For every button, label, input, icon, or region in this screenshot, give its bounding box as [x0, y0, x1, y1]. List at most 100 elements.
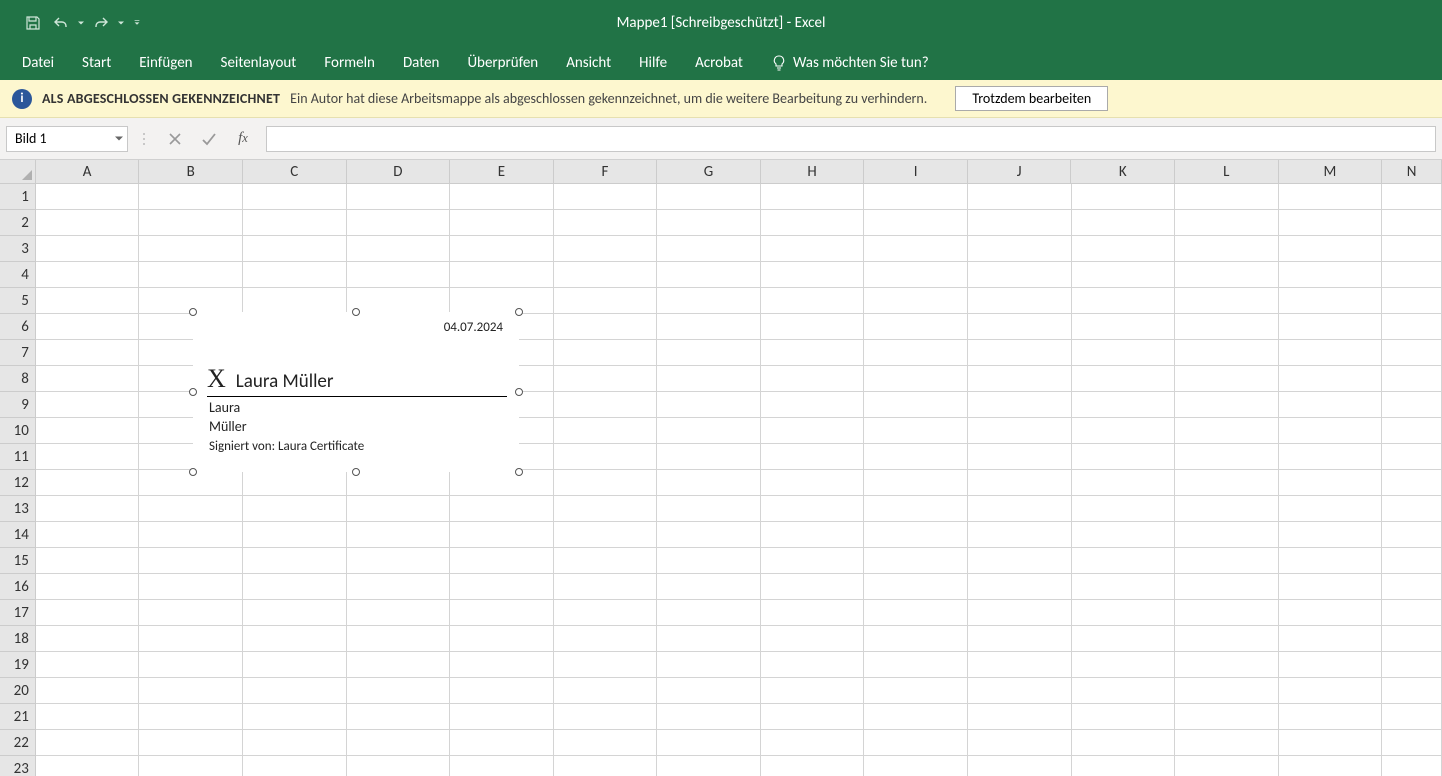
cell[interactable]	[243, 548, 347, 574]
cell[interactable]	[968, 392, 1072, 418]
cell[interactable]	[864, 262, 968, 288]
cell[interactable]	[139, 704, 243, 730]
tab-daten[interactable]: Daten	[389, 46, 453, 80]
cell[interactable]	[1382, 288, 1442, 314]
cell[interactable]	[968, 574, 1072, 600]
cell[interactable]	[554, 236, 658, 262]
cell[interactable]	[1382, 574, 1442, 600]
tab-hilfe[interactable]: Hilfe	[625, 46, 681, 80]
cell[interactable]	[1175, 184, 1279, 210]
cell[interactable]	[347, 184, 451, 210]
cell[interactable]	[657, 392, 761, 418]
cell[interactable]	[761, 730, 865, 756]
col-header[interactable]: A	[36, 160, 140, 184]
cell[interactable]	[657, 210, 761, 236]
cell[interactable]	[761, 470, 865, 496]
cell[interactable]	[243, 704, 347, 730]
cell[interactable]	[347, 678, 451, 704]
cell[interactable]	[1175, 756, 1279, 776]
col-header[interactable]: L	[1175, 160, 1279, 184]
cell[interactable]	[1072, 522, 1176, 548]
row-header[interactable]: 18	[0, 626, 36, 652]
cell[interactable]	[864, 392, 968, 418]
cell[interactable]	[347, 626, 451, 652]
redo-dropdown-icon[interactable]	[118, 13, 124, 33]
col-header[interactable]: H	[761, 160, 865, 184]
cell[interactable]	[864, 600, 968, 626]
cell[interactable]	[347, 288, 451, 314]
row-header[interactable]: 2	[0, 210, 36, 236]
row-header[interactable]: 9	[0, 392, 36, 418]
cell[interactable]	[1175, 600, 1279, 626]
cell[interactable]	[554, 210, 658, 236]
cell[interactable]	[864, 756, 968, 776]
cell[interactable]	[347, 756, 451, 776]
cell[interactable]	[968, 184, 1072, 210]
cell[interactable]	[1279, 678, 1383, 704]
cell[interactable]	[243, 522, 347, 548]
cell[interactable]	[968, 418, 1072, 444]
cell[interactable]	[347, 210, 451, 236]
cell[interactable]	[968, 288, 1072, 314]
cell[interactable]	[36, 262, 140, 288]
cell[interactable]	[761, 418, 865, 444]
cell[interactable]	[761, 522, 865, 548]
cell[interactable]	[1382, 366, 1442, 392]
cell[interactable]	[347, 522, 451, 548]
cell[interactable]	[36, 444, 140, 470]
name-box-input[interactable]	[6, 126, 128, 152]
cell[interactable]	[450, 756, 554, 776]
cell[interactable]	[139, 756, 243, 776]
cell[interactable]	[554, 522, 658, 548]
row-header[interactable]: 23	[0, 756, 36, 776]
cell[interactable]	[657, 262, 761, 288]
cell[interactable]	[554, 730, 658, 756]
cell[interactable]	[1175, 366, 1279, 392]
cell[interactable]	[968, 496, 1072, 522]
cell[interactable]	[1382, 470, 1442, 496]
cell[interactable]	[1072, 574, 1176, 600]
cell[interactable]	[450, 262, 554, 288]
cell[interactable]	[139, 210, 243, 236]
cell[interactable]	[1175, 652, 1279, 678]
tab-ueberpruefen[interactable]: Überprüfen	[453, 46, 552, 80]
cell[interactable]	[1382, 444, 1442, 470]
cell[interactable]	[243, 652, 347, 678]
cell[interactable]	[657, 626, 761, 652]
cell[interactable]	[1175, 574, 1279, 600]
cell[interactable]	[657, 548, 761, 574]
cell[interactable]	[554, 444, 658, 470]
cell[interactable]	[139, 626, 243, 652]
cell[interactable]	[139, 678, 243, 704]
cell[interactable]	[139, 236, 243, 262]
cell[interactable]	[450, 574, 554, 600]
cell[interactable]	[761, 548, 865, 574]
cell[interactable]	[968, 626, 1072, 652]
cell[interactable]	[450, 626, 554, 652]
cell[interactable]	[1072, 652, 1176, 678]
tab-ansicht[interactable]: Ansicht	[552, 46, 625, 80]
cell[interactable]	[1072, 444, 1176, 470]
cell[interactable]	[243, 236, 347, 262]
cell[interactable]	[1382, 548, 1442, 574]
cell[interactable]	[1175, 444, 1279, 470]
cell[interactable]	[864, 678, 968, 704]
cell[interactable]	[761, 756, 865, 776]
cell[interactable]	[968, 236, 1072, 262]
cell[interactable]	[968, 262, 1072, 288]
fx-icon[interactable]: fx	[234, 130, 252, 148]
row-header[interactable]: 12	[0, 470, 36, 496]
cell[interactable]	[657, 418, 761, 444]
cell[interactable]	[864, 704, 968, 730]
cell[interactable]	[36, 574, 140, 600]
cell[interactable]	[1279, 600, 1383, 626]
cell[interactable]	[1279, 704, 1383, 730]
cell[interactable]	[36, 730, 140, 756]
cell[interactable]	[36, 314, 140, 340]
cell[interactable]	[1382, 522, 1442, 548]
cell[interactable]	[554, 678, 658, 704]
cell[interactable]	[36, 366, 140, 392]
cell[interactable]	[1175, 392, 1279, 418]
cell[interactable]	[1382, 184, 1442, 210]
row-header[interactable]: 6	[0, 314, 36, 340]
